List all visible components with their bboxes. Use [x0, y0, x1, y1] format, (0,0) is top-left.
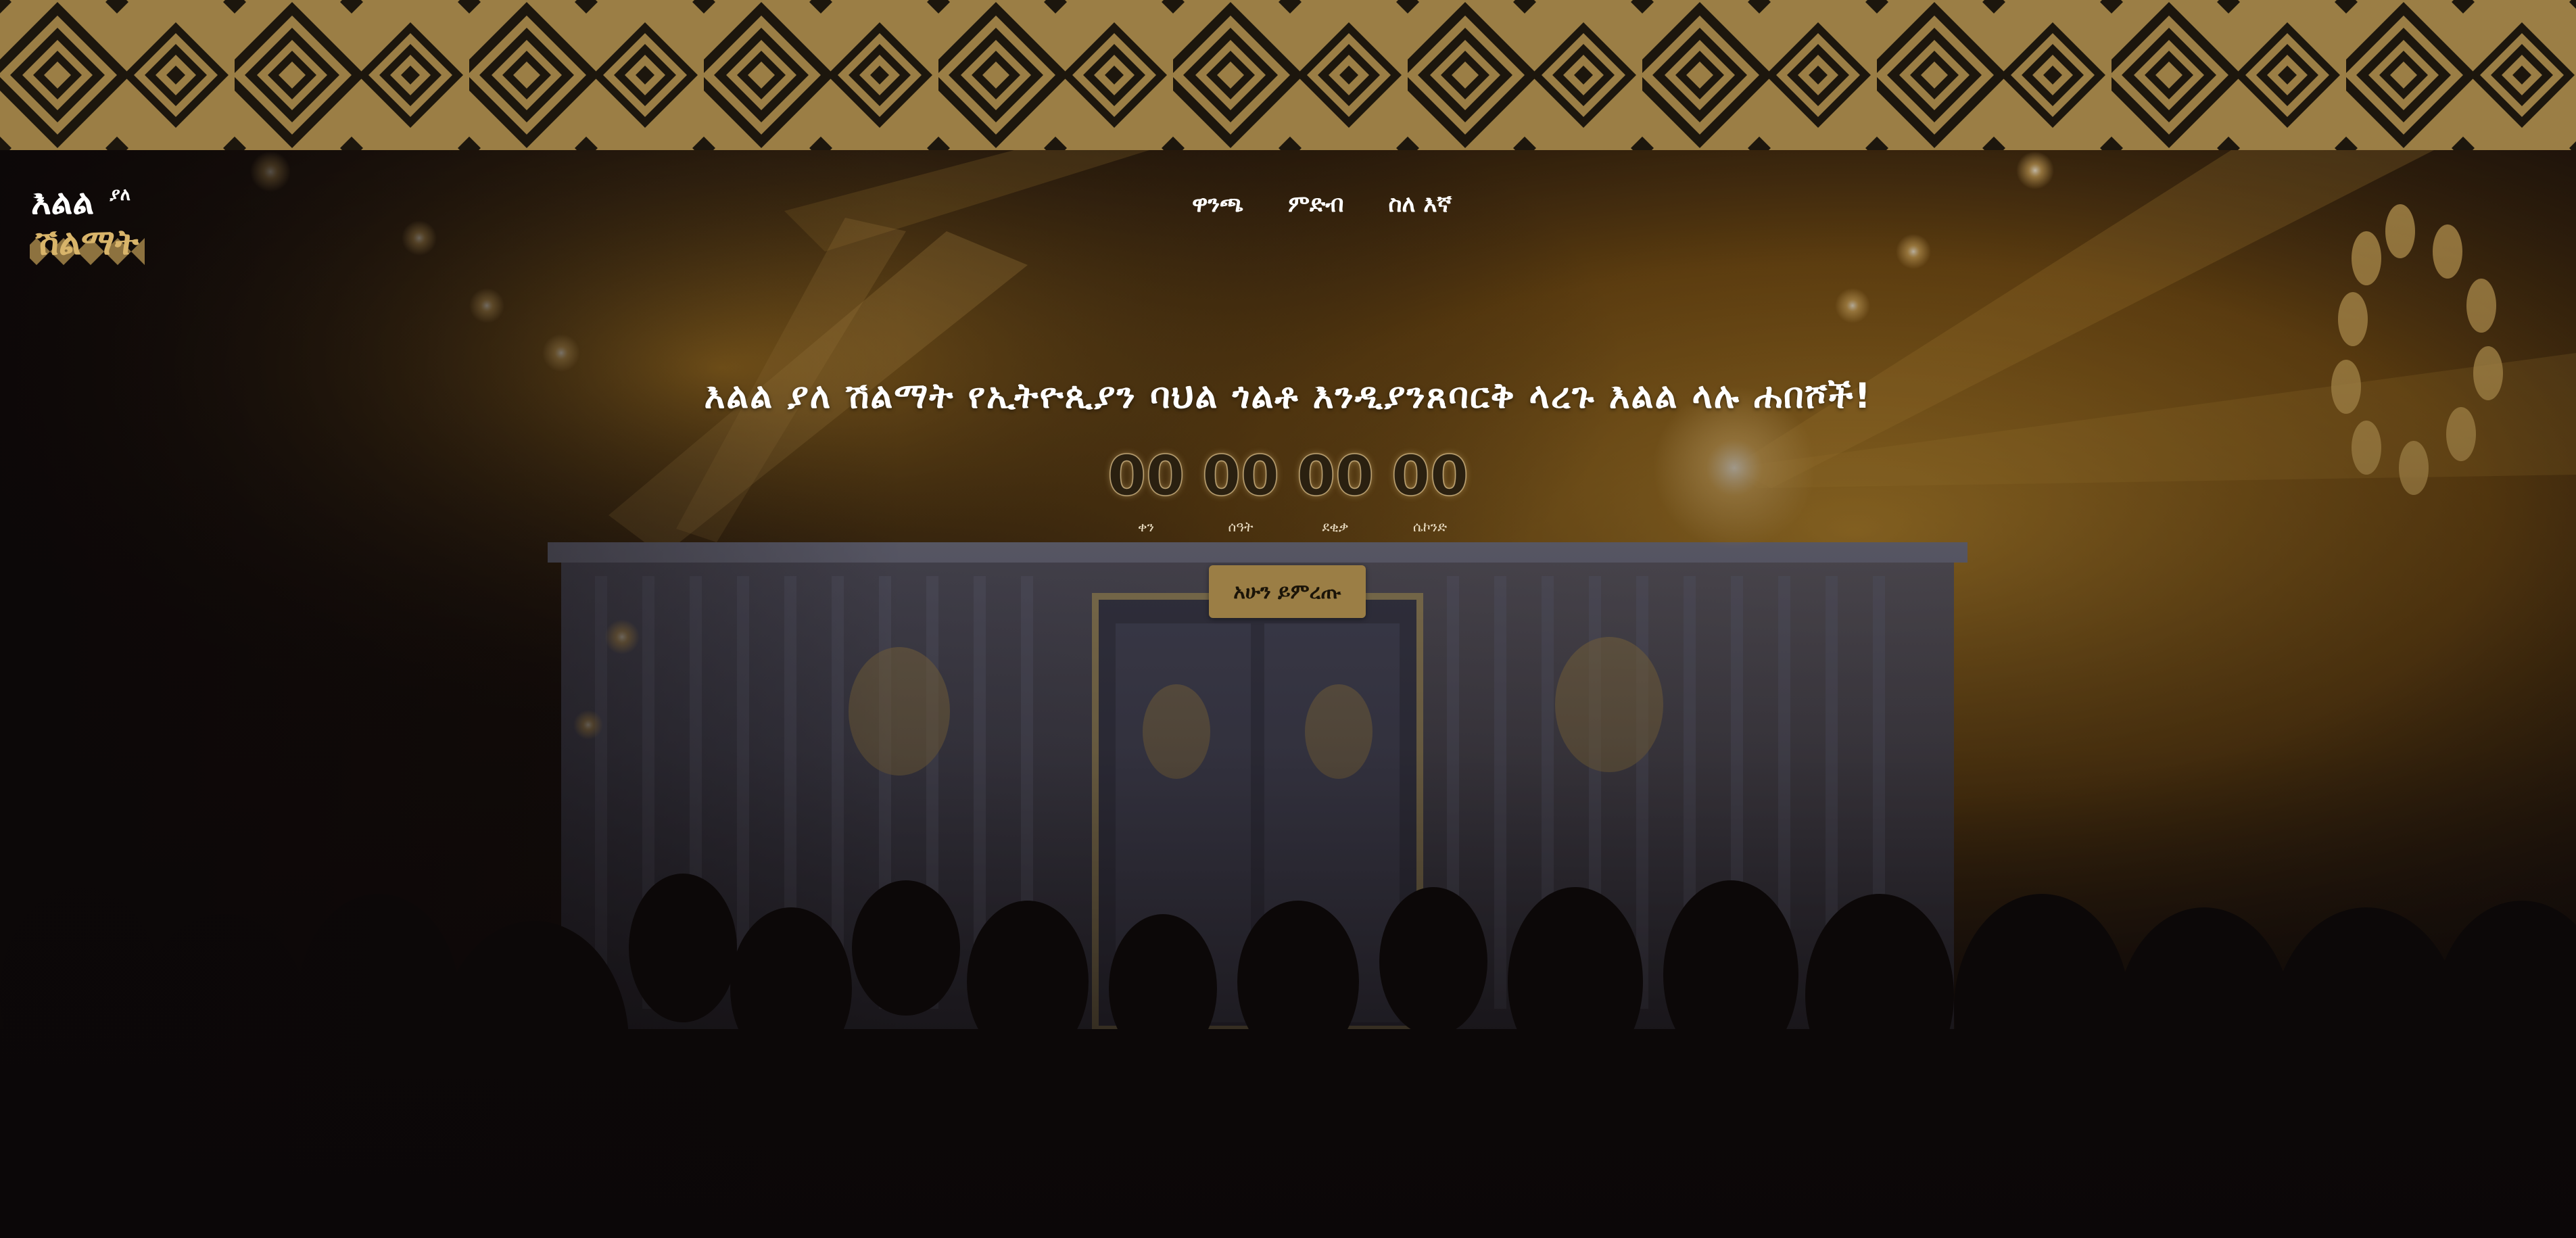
countdown-minutes-label: ደቂቃ — [1322, 519, 1349, 535]
nav-link-about-us[interactable]: ስለ እኛ — [1389, 191, 1452, 218]
countdown-minutes: 00 ደቂቃ — [1288, 443, 1383, 535]
hero-title: እልል ያለ ሽልማት የኢትዮጲያን ባህል ጎልቶ እንዲያንጸባርቅ ላረ… — [704, 376, 1872, 416]
countdown-seconds-label: ሴኮንድ — [1412, 519, 1448, 535]
countdown-hours-value: 00 — [1201, 444, 1280, 509]
stage-scene-image — [0, 150, 2576, 1238]
countdown-days: 00 ቀን — [1099, 443, 1193, 535]
nav-link-category[interactable]: ምድብ — [1288, 191, 1343, 218]
countdown-hours-label: ሰዓት — [1228, 519, 1254, 535]
countdown-hours: 00 ሰዓት — [1193, 443, 1288, 535]
diamond-pattern-band — [0, 0, 2576, 150]
countdown-days-label: ቀን — [1138, 519, 1154, 535]
countdown-seconds: 00 ሴኮንድ — [1383, 443, 1477, 535]
main-nav: ዋንጫ ምድብ ስለ እኛ — [0, 191, 2576, 218]
countdown-seconds-value: 00 — [1391, 444, 1469, 509]
hero-background — [0, 150, 2576, 1238]
countdown-days-value: 00 — [1107, 444, 1185, 509]
countdown-timer: 00 ቀን 00 ሰዓት 00 ደቂቃ 00 ሴኮንድ — [0, 443, 2576, 535]
vote-now-button[interactable]: አሁን ይምረጡ — [1209, 565, 1366, 618]
logo-text-line2: ሽልማት — [34, 222, 139, 263]
page: እልል ያለ ሽልማት ዋንጫ ምድብ ስለ እኛ እልል ያለ ሽልማት የኢ… — [0, 0, 2576, 1238]
countdown-minutes-value: 00 — [1296, 444, 1375, 509]
nav-link-trophy[interactable]: ዋንጫ — [1192, 191, 1243, 218]
